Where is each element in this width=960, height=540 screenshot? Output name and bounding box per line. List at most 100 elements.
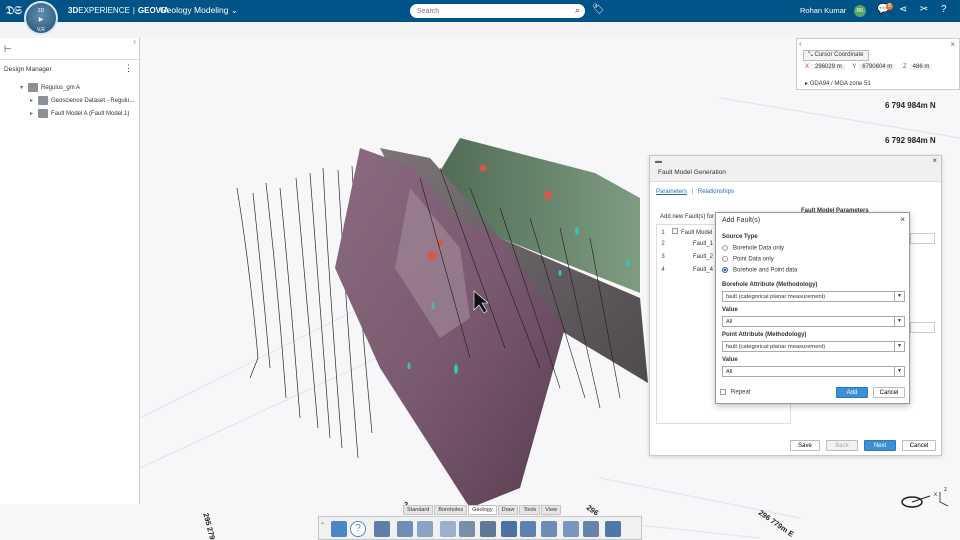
checkbox-icon[interactable] — [720, 389, 726, 395]
radio-selected-icon[interactable] — [722, 267, 728, 273]
brand: 3DEXPERIENCE | GEOVIA — [68, 6, 169, 15]
close-icon[interactable]: × — [950, 40, 955, 49]
tab-relationships[interactable]: Relationships — [698, 189, 734, 195]
tree-item-root[interactable]: ▾ Regulus_gm A — [20, 83, 80, 92]
radio-borehole-and-point[interactable]: Borehole and Point data — [722, 267, 797, 274]
cancel-button[interactable]: Cancel — [873, 387, 905, 398]
tree-icon[interactable]: ⊢ — [4, 44, 12, 55]
compass-widget[interactable]: 3D ▶ V,R — [24, 1, 58, 35]
next-button[interactable]: Next — [864, 440, 896, 451]
axis-z-label: z — [944, 487, 947, 493]
radio-borehole-only[interactable]: Borehole Data only — [722, 245, 784, 252]
chevron-down-icon[interactable]: ⌄ — [320, 519, 325, 526]
tab-draw[interactable]: Draw — [497, 505, 519, 515]
z-label: Z — [902, 64, 907, 70]
section-icon[interactable] — [459, 521, 475, 537]
value-select-1[interactable]: All ▼ — [722, 316, 905, 327]
ds-logo-icon[interactable]: 𝔇𝔖 — [6, 4, 22, 18]
close-icon[interactable]: × — [900, 215, 905, 224]
dialog-icon: ▬ — [655, 158, 662, 165]
list-item-label: Fault Model — [681, 230, 713, 236]
share-icon[interactable]: ⋖ — [899, 4, 907, 15]
tree-item-fault-model[interactable]: ▸ Fault Model A (Fault Model.1) — [30, 109, 129, 118]
pick-icon[interactable] — [583, 521, 599, 537]
radio-icon[interactable] — [722, 245, 728, 251]
kebab-menu-icon[interactable]: ⋮ — [124, 63, 133, 74]
parameter-select[interactable] — [910, 322, 935, 333]
cancel-button[interactable]: Cancel — [902, 440, 936, 451]
brand-rest: EXPERIENCE — [78, 6, 130, 15]
dialog-tabs: Parameters | Relationships — [656, 189, 734, 195]
dropdown-arrow-icon[interactable]: ▼ — [894, 367, 904, 376]
dialog-title: Add Fault(s) — [722, 217, 761, 224]
user-name[interactable]: Rohan Kumar — [800, 6, 846, 15]
fault-icon[interactable] — [520, 521, 536, 537]
collapsed-icon[interactable]: ▸ — [30, 97, 38, 104]
search-box[interactable]: ⌕ — [410, 4, 585, 18]
radio-icon[interactable] — [722, 256, 728, 262]
layer-icon[interactable] — [374, 521, 390, 537]
chevron-down-icon: ⌄ — [230, 5, 239, 15]
parameter-input[interactable] — [910, 233, 935, 244]
home-icon[interactable] — [331, 521, 347, 537]
dialog-titlebar[interactable]: ▬ × Fault Model Generation — [650, 156, 941, 182]
borehole-attribute-label: Borehole Attribute (Methodology) — [722, 282, 818, 288]
dropdown-arrow-icon[interactable]: ▼ — [894, 342, 904, 351]
block-icon[interactable] — [480, 521, 496, 537]
close-icon[interactable]: × — [932, 156, 937, 165]
borehole-icon[interactable] — [397, 521, 413, 537]
coordinate-zone[interactable]: ▸ GDA94 / MGA zone 51 — [805, 80, 871, 87]
tag-icon[interactable]: 🏷 — [592, 4, 605, 15]
dropdown-arrow-icon[interactable]: ▼ — [894, 292, 904, 301]
tab-geology[interactable]: Geology — [468, 505, 497, 515]
collapse-box-icon[interactable] — [672, 228, 678, 234]
expanded-icon[interactable]: ▾ — [20, 84, 28, 91]
radio-point-only[interactable]: Point Data only — [722, 256, 774, 263]
borehole-attribute-select[interactable]: fault (categorical planar measurement) ▼ — [722, 291, 905, 302]
avatar[interactable]: RK — [854, 5, 866, 17]
tree-item-label: Geoscience Dataset - Regulu... — [51, 98, 135, 105]
help-icon[interactable]: ? — [941, 4, 947, 15]
mesh-icon[interactable] — [541, 521, 557, 537]
dialog-title: Fault Model Generation — [658, 169, 726, 176]
dropdown-arrow-icon[interactable]: ▼ — [894, 317, 904, 326]
select-value: All — [726, 319, 733, 325]
fault-model-icon — [38, 109, 48, 118]
compass-play-icon[interactable]: ▶ — [26, 16, 56, 23]
collapsed-icon[interactable]: ▸ — [30, 110, 38, 117]
search-icon[interactable]: ⌕ — [575, 5, 580, 16]
grid-icon[interactable] — [440, 521, 456, 537]
action-bar-tabs: Standard Boreholes Geology Draw Tools View — [403, 505, 562, 515]
table-icon[interactable] — [563, 521, 579, 537]
back-button[interactable]: Back — [826, 440, 858, 451]
cube-icon[interactable] — [501, 521, 517, 537]
app-name-dropdown[interactable]: Geology Modeling ⌄ — [160, 5, 238, 16]
value-select-2[interactable]: All ▼ — [722, 366, 905, 377]
search-input[interactable] — [410, 4, 560, 18]
select-value: fault (categorical planar measurement) — [726, 344, 826, 350]
tree-item-label: Regulus_gm A — [41, 85, 81, 92]
point-attribute-select[interactable]: fault (categorical planar measurement) ▼ — [722, 341, 905, 352]
cursor-coordinate-tab[interactable]: ⤡ Cursor Coordinate — [803, 50, 869, 61]
tab-boreholes[interactable]: Boreholes — [434, 505, 468, 515]
model-icon[interactable] — [605, 521, 621, 537]
surface-icon[interactable] — [417, 521, 433, 537]
tab-separator: | — [691, 189, 694, 195]
tab-parameters[interactable]: Parameters — [656, 189, 687, 195]
brand-separator: | — [132, 6, 135, 15]
tab-view[interactable]: View — [541, 505, 562, 515]
tab-tools[interactable]: Tools — [519, 505, 541, 515]
tab-standard[interactable]: Standard — [403, 505, 434, 515]
axis-gizmo-icon — [901, 492, 949, 508]
add-button[interactable]: Add — [836, 387, 868, 398]
repeat-checkbox[interactable]: Repeat — [720, 389, 750, 396]
compass-top: 3D — [37, 8, 45, 14]
tools-icon[interactable]: ✂ — [920, 4, 928, 15]
help-icon[interactable]: ? — [350, 521, 366, 537]
action-bar: ⌄ ? — [318, 516, 642, 540]
axis-gizmo[interactable]: x z — [898, 487, 958, 518]
tree-item-dataset[interactable]: ▸ Geoscience Dataset - Regulu... — [30, 96, 134, 105]
save-button[interactable]: Save — [790, 440, 820, 451]
collapse-icon[interactable]: ‹ — [133, 37, 136, 46]
collapse-icon[interactable]: ‹ — [799, 39, 802, 48]
